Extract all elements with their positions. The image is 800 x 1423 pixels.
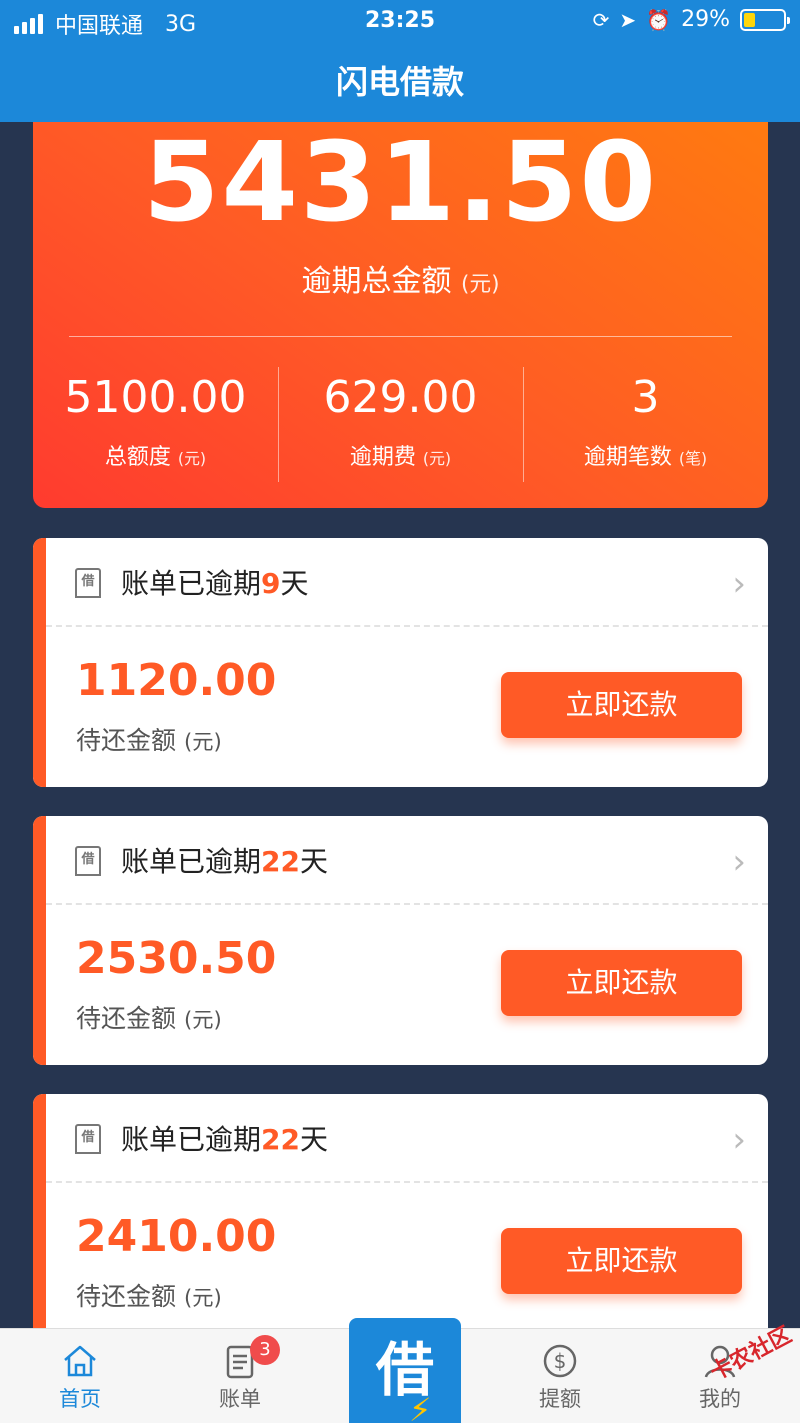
bill-amount-label: 待还金额 (元)	[76, 1282, 222, 1311]
tab-bills[interactable]: 账单 3	[160, 1329, 320, 1423]
card-accent-bar	[33, 1094, 46, 1343]
lightning-icon: ⚡	[409, 1391, 432, 1423]
repay-now-button[interactable]: 立即还款	[501, 1228, 742, 1294]
stat-overdue-fee: 629.00 逾期费 (元)	[278, 367, 523, 482]
borrow-button[interactable]: 借 ⚡	[349, 1318, 461, 1423]
dashed-divider	[46, 903, 768, 905]
bills-count-badge: 3	[250, 1335, 280, 1365]
overdue-summary-card: 5431.50 逾期总金额 (元) 5100.00 总额度 (元) 629.00…	[33, 122, 768, 508]
chevron-right-icon[interactable]: ›	[732, 1120, 746, 1160]
overdue-total-amount: 5431.50	[142, 118, 658, 246]
orientation-lock-icon: ⟳	[592, 7, 610, 32]
tab-home-label: 首页	[59, 1387, 101, 1411]
tab-home[interactable]: 首页	[0, 1329, 160, 1423]
tab-mine-label: 我的	[699, 1387, 741, 1411]
receipt-icon: 借	[75, 568, 101, 598]
tab-raise-limit-label: 提额	[539, 1387, 581, 1411]
page-title: 闪电借款	[0, 42, 800, 122]
card-accent-bar	[33, 538, 46, 787]
bill-amount-label: 待还金额 (元)	[76, 1004, 222, 1033]
repay-now-button[interactable]: 立即还款	[501, 672, 742, 738]
alarm-icon: ⏰	[646, 7, 672, 32]
chevron-right-icon[interactable]: ›	[732, 564, 746, 604]
dollar-icon: $	[543, 1344, 577, 1378]
bill-amount-label: 待还金额 (元)	[76, 726, 222, 755]
bill-card[interactable]: 借 账单已逾期22天 › 2410.00 待还金额 (元) 立即还款	[33, 1094, 768, 1343]
battery-icon	[740, 8, 790, 31]
receipt-icon: 借	[75, 1124, 101, 1154]
receipt-icon: 借	[75, 846, 101, 876]
summary-divider	[69, 336, 732, 337]
bill-card[interactable]: 借 账单已逾期9天 › 1120.00 待还金额 (元) 立即还款	[33, 538, 768, 787]
card-accent-bar	[33, 816, 46, 1065]
bill-title: 账单已逾期22天	[121, 1123, 328, 1156]
battery-percent: 29%	[681, 7, 730, 32]
status-bar: 中国联通 3G 23:25 ⟳ ➤ ⏰ 29%	[0, 0, 800, 42]
bill-amount: 2410.00	[76, 1211, 277, 1262]
stat-overdue-count: 3 逾期笔数 (笔)	[523, 367, 768, 482]
chevron-right-icon[interactable]: ›	[732, 842, 746, 882]
bill-amount: 1120.00	[76, 655, 277, 706]
svg-text:$: $	[554, 1349, 567, 1373]
stat-total-limit: 5100.00 总额度 (元)	[64, 372, 247, 470]
location-icon: ➤	[619, 7, 637, 32]
overdue-total-label: 逾期总金额 (元)	[301, 264, 500, 299]
dashed-divider	[46, 1181, 768, 1183]
tab-raise-limit[interactable]: $ 提额	[480, 1329, 640, 1423]
bill-title: 账单已逾期9天	[121, 567, 309, 600]
bill-amount: 2530.50	[76, 933, 277, 984]
dashed-divider	[46, 625, 768, 627]
repay-now-button[interactable]: 立即还款	[501, 950, 742, 1016]
bill-title: 账单已逾期22天	[121, 845, 328, 878]
home-icon	[64, 1345, 96, 1377]
bill-card[interactable]: 借 账单已逾期22天 › 2530.50 待还金额 (元) 立即还款	[33, 816, 768, 1065]
tab-bills-label: 账单	[219, 1387, 261, 1411]
